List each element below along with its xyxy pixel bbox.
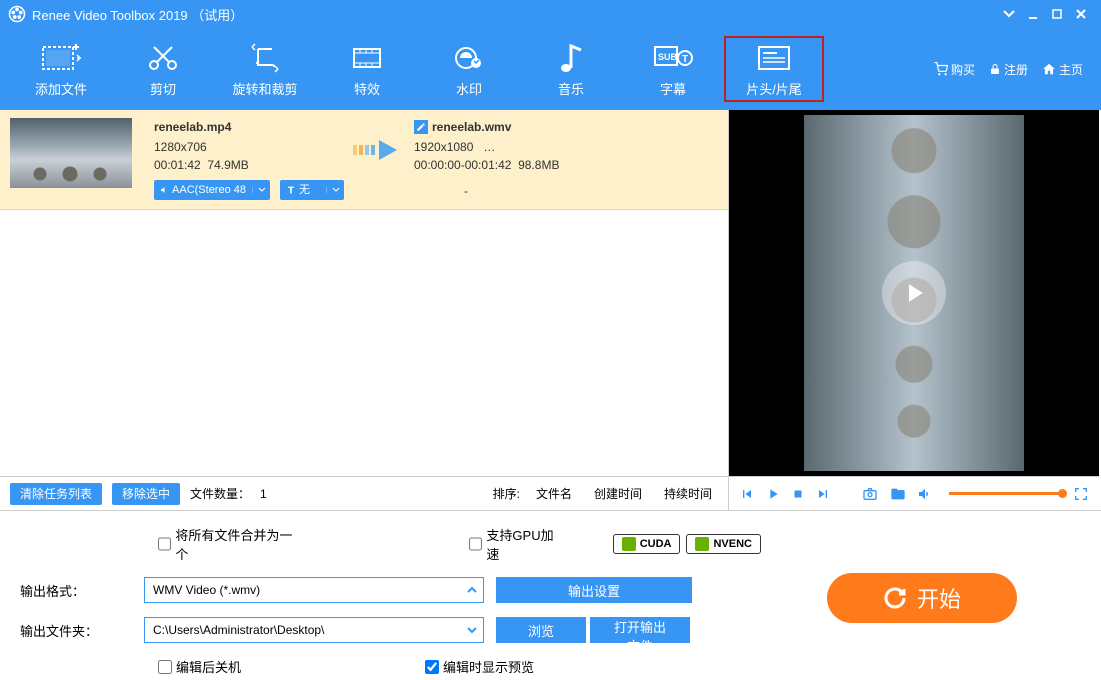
folder-combo[interactable]: C:\Users\Administrator\Desktop\ — [144, 617, 484, 643]
subtitle-icon: SUB T — [653, 43, 693, 73]
toolbar-add-file[interactable]: 添加文件 — [10, 34, 112, 104]
arrow-icon — [344, 98, 414, 201]
scissors-icon — [146, 43, 180, 73]
play-button[interactable] — [765, 486, 781, 502]
app-logo-icon — [8, 5, 26, 23]
sort-by-duration[interactable]: 持续时间 — [658, 485, 718, 502]
snapshot-button[interactable] — [861, 486, 879, 502]
close-button[interactable] — [1069, 4, 1093, 24]
cart-icon — [934, 62, 948, 76]
remove-selected-button[interactable]: 移除选中 — [112, 483, 180, 505]
merge-all-checkbox[interactable]: 将所有文件合并为一个 — [158, 525, 299, 563]
dest-range: 00:00:00-00:01:42 — [414, 158, 511, 172]
format-combo[interactable]: WMV Video (*.wmv) — [144, 577, 484, 603]
menu-dropdown-button[interactable] — [997, 4, 1021, 24]
dest-resolution: 1920x1080 — [414, 140, 473, 154]
svg-text:SUB: SUB — [658, 52, 678, 62]
toolbar-label: 剪切 — [150, 79, 176, 98]
source-thumbnail — [10, 118, 132, 188]
stop-button[interactable] — [791, 487, 805, 501]
toolbar-music[interactable]: 音乐 — [520, 34, 622, 104]
toolbar-title-card[interactable]: 片头/片尾 — [724, 36, 824, 102]
open-output-folder-button[interactable]: 打开输出文件 — [590, 617, 690, 643]
svg-text:T: T — [682, 54, 688, 65]
source-size: 74.9MB — [207, 158, 248, 172]
source-duration: 00:01:42 — [154, 158, 201, 172]
subtitle-dropdown[interactable]: 无 — [280, 180, 344, 200]
register-link[interactable]: 注册 — [989, 61, 1028, 78]
maximize-button[interactable] — [1045, 4, 1069, 24]
source-filename: reneelab.mp4 — [154, 118, 344, 136]
format-label: 输出格式： — [20, 581, 132, 600]
text-icon — [286, 185, 296, 195]
toolbar-label: 特效 — [354, 79, 380, 98]
cuda-badge: CUDA — [613, 534, 681, 554]
browse-button[interactable]: 浏览 — [496, 617, 586, 643]
film-fx-icon — [350, 43, 384, 73]
dest-filename: reneelab.wmv — [432, 118, 511, 136]
volume-slider[interactable] — [943, 492, 1063, 495]
folder-label: 输出文件夹： — [20, 621, 132, 640]
home-icon — [1042, 62, 1056, 76]
next-button[interactable] — [815, 486, 831, 502]
minimize-button[interactable] — [1021, 4, 1045, 24]
toolbar-label: 音乐 — [558, 79, 584, 98]
sort-by-created[interactable]: 创建时间 — [588, 485, 648, 502]
audio-dropdown[interactable]: AAC(Stereo 48 — [154, 180, 270, 200]
toolbar-rotate-crop[interactable]: 旋转和裁剪 — [214, 34, 316, 104]
source-resolution: 1280x706 — [154, 138, 344, 156]
toolbar-label: 片头/片尾 — [746, 79, 802, 98]
volume-button[interactable] — [917, 486, 933, 502]
edit-icon[interactable] — [414, 120, 428, 134]
task-list-blank — [0, 210, 728, 476]
nvenc-badge: NVENC — [686, 534, 761, 554]
app-title: Renee Video Toolbox 2019 （试用） — [32, 5, 243, 24]
dest-info: reneelab.wmv 1920x1080 … 00:00:00-00:01:… — [414, 118, 718, 201]
buy-link[interactable]: 购买 — [934, 61, 975, 78]
dest-res-extra: … — [483, 140, 495, 154]
chevron-down-icon — [467, 626, 477, 634]
task-row[interactable]: reneelab.mp4 1280x706 00:01:42 74.9MB AA… — [0, 110, 728, 210]
dest-dash: - — [414, 182, 718, 200]
file-count-value: 1 — [260, 487, 267, 501]
gpu-checkbox[interactable]: 支持GPU加速 — [469, 525, 563, 563]
toolbar-watermark[interactable]: 水印 — [418, 34, 520, 104]
toolbar-cut[interactable]: 剪切 — [112, 34, 214, 104]
toolbar-label: 旋转和裁剪 — [232, 79, 297, 98]
open-folder-button[interactable] — [889, 486, 907, 502]
dest-size: 98.8MB — [518, 158, 559, 172]
toolbar-effects[interactable]: 特效 — [316, 34, 418, 104]
toolbar-label: 添加文件 — [35, 79, 87, 98]
toolbar-label: 字幕 — [660, 79, 686, 98]
preview-play-button[interactable] — [882, 261, 946, 325]
film-plus-icon — [41, 43, 81, 73]
title-card-icon — [757, 45, 791, 71]
preview-edit-checkbox[interactable]: 编辑时显示预览 — [425, 657, 534, 676]
source-info: reneelab.mp4 1280x706 00:01:42 74.9MB AA… — [154, 118, 344, 201]
fullscreen-button[interactable] — [1073, 486, 1089, 502]
crop-rotate-icon — [248, 43, 282, 73]
speaker-icon — [160, 185, 169, 195]
file-count-label: 文件数量： — [190, 485, 250, 502]
refresh-icon — [883, 586, 907, 610]
start-button[interactable]: 开始 — [827, 573, 1017, 623]
toolbar-subtitle[interactable]: SUB T 字幕 — [622, 34, 724, 104]
prev-button[interactable] — [739, 486, 755, 502]
sort-label: 排序: — [493, 485, 520, 502]
clear-tasks-button[interactable]: 清除任务列表 — [10, 483, 102, 505]
watermark-icon — [452, 43, 486, 73]
toolbar-label: 水印 — [456, 79, 482, 98]
output-settings-button[interactable]: 输出设置 — [496, 577, 692, 603]
lock-icon — [989, 62, 1001, 76]
home-link[interactable]: 主页 — [1042, 61, 1083, 78]
chevron-up-icon — [467, 586, 477, 594]
shutdown-checkbox[interactable]: 编辑后关机 — [158, 657, 241, 676]
music-note-icon — [556, 42, 586, 74]
sort-by-name[interactable]: 文件名 — [530, 485, 578, 502]
preview-area — [729, 110, 1099, 476]
